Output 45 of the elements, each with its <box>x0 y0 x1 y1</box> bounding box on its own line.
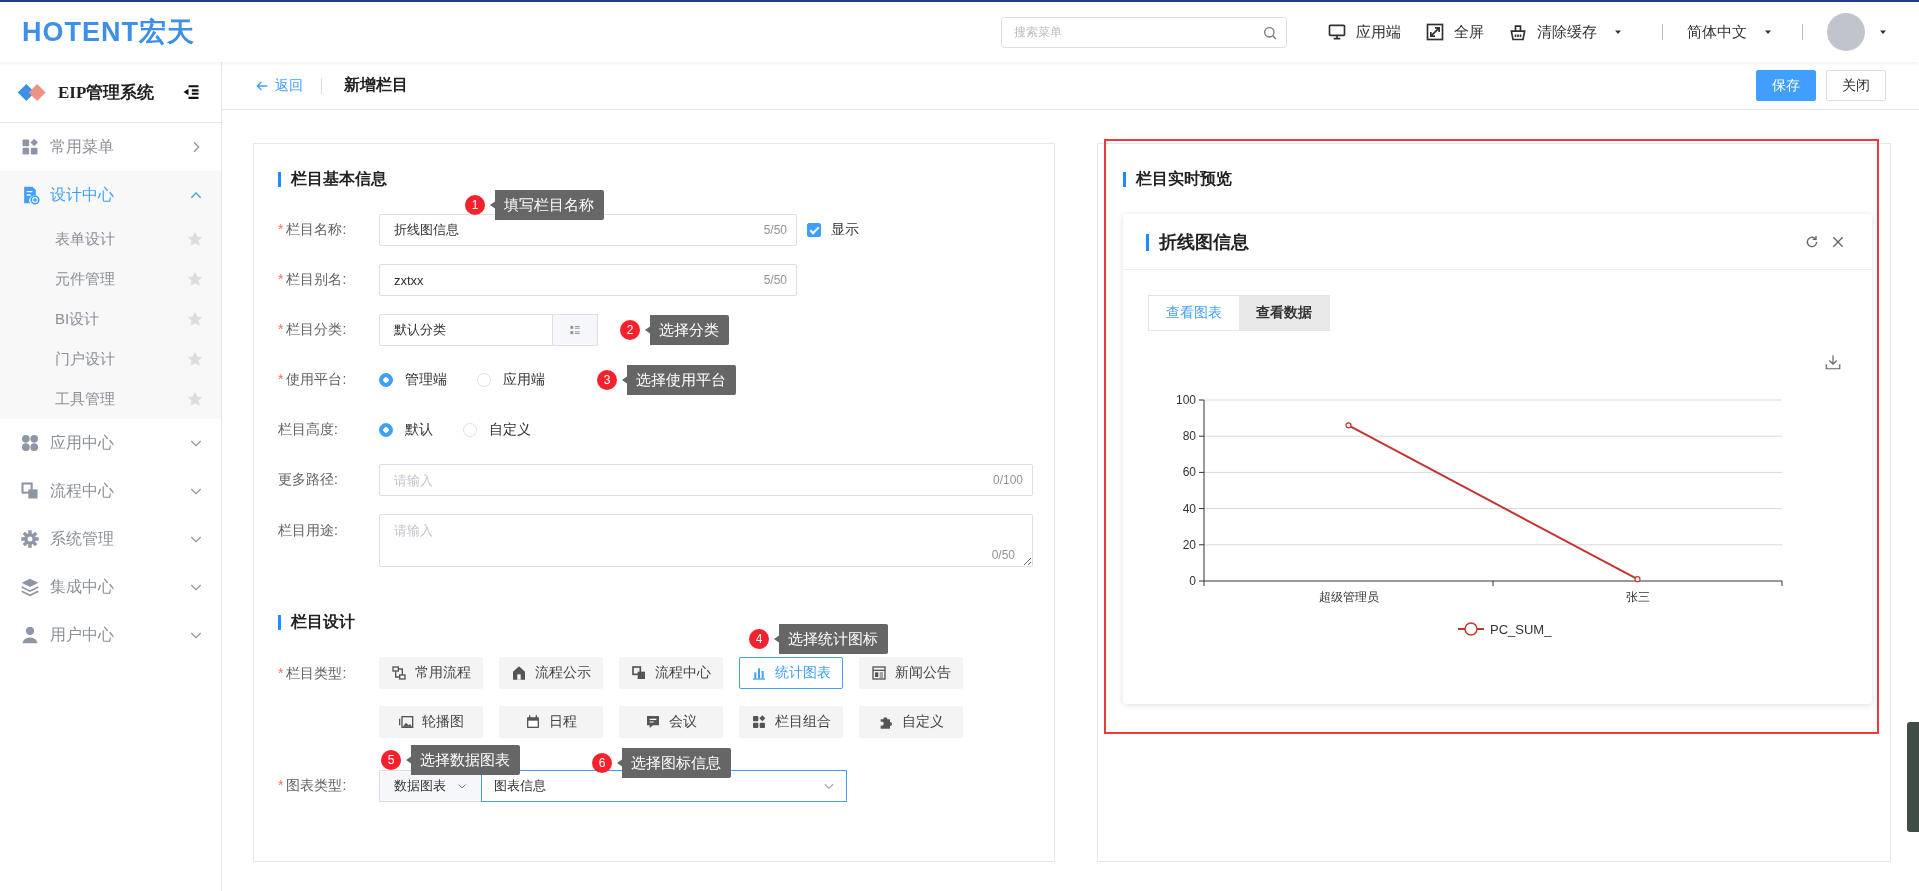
app-title: EIP管理系统 <box>58 81 155 104</box>
step-number: 2 <box>620 320 640 340</box>
char-counter: 5/50 <box>763 223 787 237</box>
field-label: * 使用平台: <box>278 371 348 389</box>
page-title: 新增栏目 <box>344 75 408 95</box>
widget-title: 折线图信息 <box>1146 229 1249 254</box>
field-label: 更多路径: <box>278 471 339 489</box>
axis-label: 超级管理员 <box>1318 590 1379 604</box>
field-label: 栏目高度: <box>278 421 339 439</box>
field-label: 栏目用途: <box>278 521 339 540</box>
char-counter: 0/100 <box>992 473 1023 487</box>
axis-label: 40 <box>1182 501 1196 516</box>
brand-logo: HOTENT宏天 <box>22 16 195 49</box>
callout-text: 选择统计图标 <box>774 624 888 654</box>
char-counter: 5/50 <box>763 273 787 287</box>
step-number: 3 <box>597 370 617 390</box>
callout-text: 选择分类 <box>645 315 729 345</box>
radio-label: 管理端 <box>405 371 447 389</box>
callout-tooltip: 填写栏目名称 <box>490 190 604 220</box>
axis-label: 100 <box>1175 393 1196 407</box>
step-number: 1 <box>465 195 485 215</box>
radio-label: 应用端 <box>503 371 545 389</box>
step-number: 4 <box>749 629 769 649</box>
axis-label: 60 <box>1182 465 1196 480</box>
field-label: * 栏目类型: <box>278 664 348 683</box>
step-number: 6 <box>592 753 612 773</box>
checkbox-label: 显示 <box>831 221 859 239</box>
axis-label: 80 <box>1182 429 1196 444</box>
step-number: 5 <box>381 750 401 770</box>
callout-tooltip: 选择数据图表 <box>406 745 520 775</box>
axis-label: 0 <box>1189 574 1196 588</box>
field-label: * 图表类型: <box>278 777 348 795</box>
field-label: * 栏目分类: <box>278 321 348 339</box>
section-title: 栏目基本信息 <box>278 168 1030 190</box>
callout-text: 选择使用平台 <box>622 365 736 395</box>
axis-label: 20 <box>1182 537 1196 552</box>
field-label: * 栏目别名: <box>278 271 348 289</box>
callout-tooltip: 选择图标信息 <box>617 748 731 778</box>
legend-label: PC_SUM_ <box>1490 622 1552 637</box>
field-label: * 栏目名称: <box>278 221 348 239</box>
char-counter: 0/50 <box>991 548 1015 562</box>
radio-label: 默认 <box>405 421 433 439</box>
radio-label: 自定义 <box>489 421 531 439</box>
axis-label: 张三 <box>1625 590 1650 604</box>
section-title: 栏目实时预览 <box>1123 168 1872 190</box>
